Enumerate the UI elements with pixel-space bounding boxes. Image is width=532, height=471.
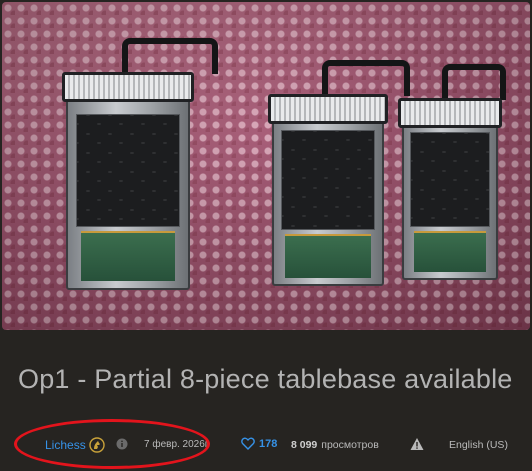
caddy-grille [75,113,181,227]
post-meta-bar: Lichess 7 февр. 2026г. 178 8 099 просмот… [0,432,532,458]
drive-pcb [413,230,487,273]
drive-caddy-left [62,38,218,290]
author-name: Lichess [45,438,86,452]
caddy-grille [409,131,491,227]
lichess-knight-icon [88,437,105,453]
drive-caddy-right [398,64,506,280]
like-count: 178 [259,437,278,450]
warning-icon[interactable] [410,437,424,451]
caddy-bezel [268,94,388,124]
caddy-bezel [398,98,502,128]
post-hero-image [2,2,530,330]
heart-icon [241,437,255,450]
caddy-bezel [62,72,194,102]
drive-pcb [80,231,176,281]
caddy-lever [322,60,410,96]
caddy-lever [442,64,506,100]
post-date: 7 февр. 2026г. [144,439,211,450]
info-icon[interactable] [116,438,128,450]
drive-pcb [285,234,371,278]
caddy-lever [122,38,218,74]
drive-caddy-middle [268,60,410,286]
post-title: Op1 - Partial 8-piece tablebase availabl… [18,364,513,394]
view-count-label: просмотров [321,439,379,451]
author-link[interactable]: Lichess [45,437,105,453]
like-button[interactable]: 178 [241,437,277,450]
view-count: 8 099 просмотров [291,439,379,451]
language-label[interactable]: English (US) [449,439,508,451]
view-count-number: 8 099 [291,439,318,451]
caddy-grille [280,130,376,230]
